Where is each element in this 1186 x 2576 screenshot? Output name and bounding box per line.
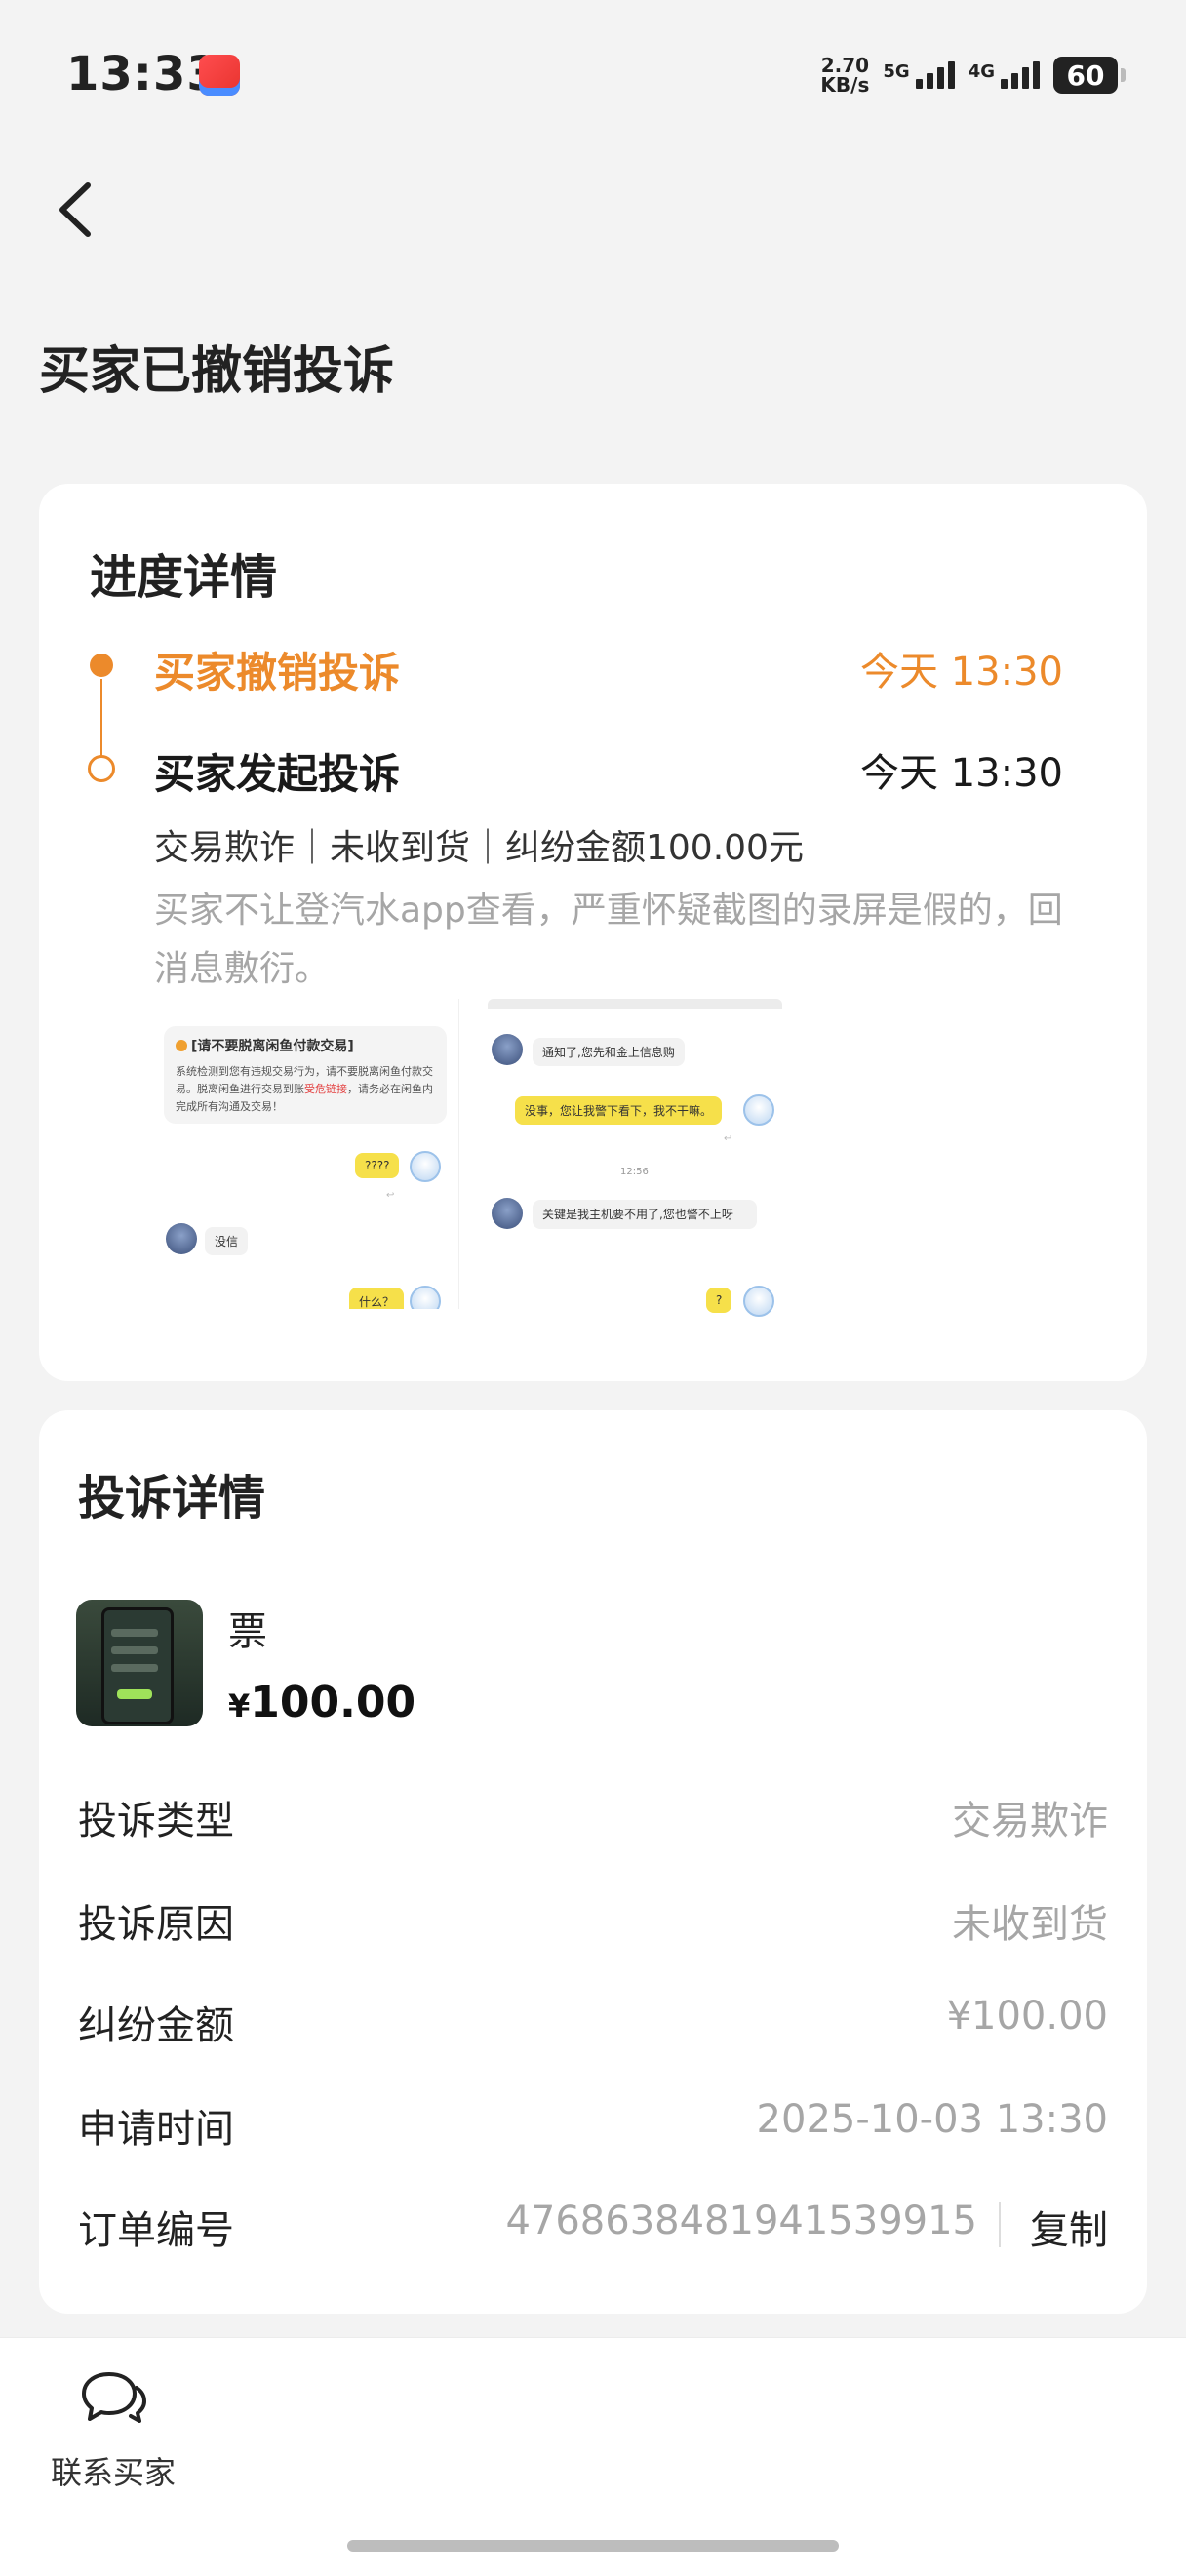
avatar xyxy=(410,1286,441,1309)
product-price: ¥100.00 xyxy=(228,1678,415,1727)
currency-symbol: ¥ xyxy=(228,1687,251,1724)
chevron-left-icon xyxy=(59,182,91,237)
avatar xyxy=(492,1198,523,1229)
back-button[interactable] xyxy=(49,176,107,244)
divider xyxy=(999,2202,1001,2247)
avatar xyxy=(492,1034,523,1065)
read-mark: ↩ xyxy=(724,1133,732,1144)
evidence-image[interactable]: [请不要脱离闲鱼付款交易] 系统检测到您有违规交易行为，请不要脱离闲鱼付款交易。… xyxy=(154,999,459,1309)
row-label-type: 投诉类型 xyxy=(78,1799,234,1843)
row-label-order: 订单编号 xyxy=(78,2208,234,2253)
event-description: 买家不让登汽水app查看，严重怀疑截图的录屏是假的，回消息敷衍。 xyxy=(154,891,1063,989)
timeline-line xyxy=(100,679,102,757)
status-time: 13:33 xyxy=(66,47,220,101)
home-indicator[interactable] xyxy=(347,2540,839,2552)
order-number: 4768638481941539915 xyxy=(505,2199,977,2243)
chat-bubble: ???? xyxy=(355,1153,400,1178)
notice-box: [请不要脱离闲鱼付款交易] 系统检测到您有违规交易行为，请不要脱离闲鱼付款交易。… xyxy=(164,1026,447,1124)
chat-bubble: 没事，您让我警下看下，我不干嘛。 xyxy=(515,1096,723,1125)
chat-icon xyxy=(82,2372,146,2423)
row-label-time: 申请时间 xyxy=(78,2107,234,2152)
status-indicators: 2.70 KB/s 5G 4G 60 xyxy=(820,51,1126,99)
product-name: 票 xyxy=(228,1609,267,1654)
avatar xyxy=(410,1151,441,1182)
chat-bubble: 通知了,您先和金上信息购 xyxy=(533,1038,685,1066)
app-notification-icon xyxy=(199,55,240,96)
row-label-amount: 纠纷金额 xyxy=(78,2003,234,2048)
row-label-reason: 投诉原因 xyxy=(78,1902,234,1947)
battery-icon: 60 xyxy=(1053,57,1126,94)
row-value-reason: 未收到货 xyxy=(952,1902,1108,1947)
notice-warning-text: 受危链接 xyxy=(304,1083,347,1095)
warning-icon xyxy=(176,1040,187,1051)
complaint-title: 投诉详情 xyxy=(78,1471,266,1526)
status-bar: 13:33 2.70 KB/s 5G 4G 60 xyxy=(0,0,1186,146)
chat-time: 12:56 xyxy=(620,1167,649,1177)
avatar xyxy=(743,1286,774,1317)
chat-bubble: 关键是我主机要不用了,您也警不上呀 xyxy=(533,1200,757,1229)
chat-bubble: 什么？ xyxy=(349,1288,405,1309)
avatar xyxy=(166,1223,197,1254)
copy-button[interactable]: 复制 xyxy=(1030,2199,1108,2255)
product-image[interactable] xyxy=(76,1600,203,1726)
contact-buyer-button[interactable] xyxy=(80,2368,148,2427)
network-speed: 2.70 KB/s xyxy=(820,56,869,95)
signal-4g-icon: 4G xyxy=(969,61,1040,89)
chat-bubble: ? xyxy=(706,1288,732,1313)
event-time: 今天 13:30 xyxy=(860,751,1063,796)
speed-unit: KB/s xyxy=(820,73,870,97)
screen-row xyxy=(111,1646,158,1654)
screen-row xyxy=(111,1664,158,1672)
net-label-4g: 4G xyxy=(968,61,995,82)
event-title: 买家发起投诉 xyxy=(154,750,401,798)
notice-title-text: [请不要脱离闲鱼付款交易] xyxy=(191,1039,354,1054)
avatar xyxy=(743,1094,774,1126)
screen-button xyxy=(117,1689,152,1699)
event-time: 今天 13:30 xyxy=(860,650,1063,694)
notice-body: 系统检测到您有违规交易行为，请不要脱离闲鱼付款交易。脱离闲鱼进行交易到账受危链接… xyxy=(176,1063,435,1116)
row-value-time: 2025-10-03 13:30 xyxy=(756,2097,1108,2142)
evidence-image[interactable]: 通知了,您先和金上信息购 没事，您让我警下看下，我不干嘛。 ↩ 12:56 关键… xyxy=(488,999,782,1319)
progress-title: 进度详情 xyxy=(90,550,278,605)
speed-value: 2.70 xyxy=(820,54,870,77)
net-label-5g: 5G xyxy=(883,61,910,82)
contact-buyer-label[interactable]: 联系买家 xyxy=(51,2448,176,2493)
timeline-dot xyxy=(88,755,115,782)
read-mark: ↩ xyxy=(386,1190,395,1201)
chat-bubble: 没信 xyxy=(205,1227,249,1255)
row-value-type: 交易欺诈 xyxy=(952,1799,1108,1843)
event-detail: 交易欺诈｜未收到货｜纠纷金额100.00元 xyxy=(154,828,804,868)
price-value: 100.00 xyxy=(250,1678,416,1727)
page-title: 买家已撤销投诉 xyxy=(39,342,395,401)
signal-5g-icon: 5G xyxy=(883,61,955,89)
complaint-card xyxy=(39,1410,1147,2314)
screen-row xyxy=(111,1629,158,1637)
timeline-dot-active xyxy=(90,654,113,677)
row-value-amount: ¥100.00 xyxy=(946,1994,1108,2039)
event-title: 买家撤销投诉 xyxy=(154,649,401,696)
notice-title: [请不要脱离闲鱼付款交易] xyxy=(176,1036,354,1055)
